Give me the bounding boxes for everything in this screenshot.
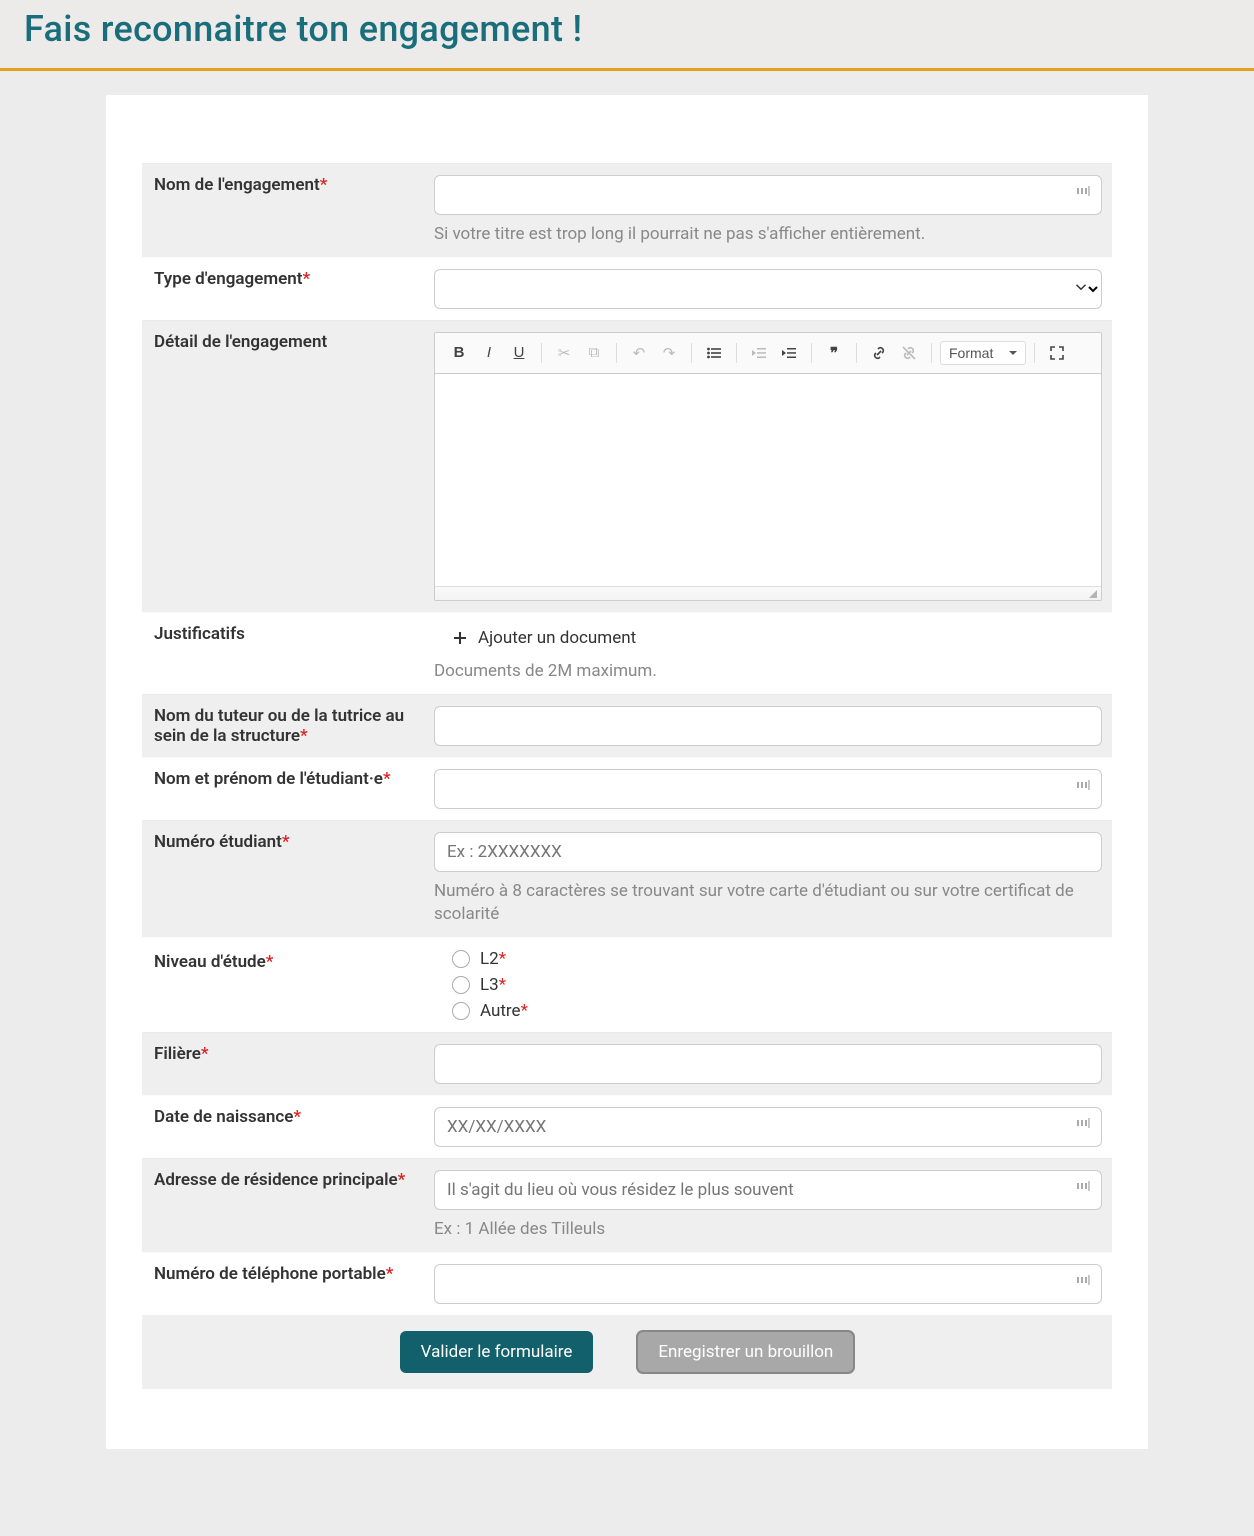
filiere-input[interactable]: [434, 1044, 1102, 1084]
address-input[interactable]: [434, 1170, 1102, 1210]
label-filiere: Filière*: [142, 1033, 432, 1095]
rte-toolbar: B I U ✂ ⧉ ↶ ↷: [435, 333, 1101, 374]
dob-input[interactable]: [434, 1107, 1102, 1147]
submit-button[interactable]: Valider le formulaire: [400, 1331, 594, 1373]
blockquote-button[interactable]: ❞: [820, 339, 848, 367]
helper-engagement-name: Si votre titre est trop long il pourrait…: [434, 223, 1102, 246]
bold-button[interactable]: B: [445, 339, 473, 367]
radio-icon: [452, 1002, 470, 1020]
outdent-button[interactable]: [745, 339, 773, 367]
indent-button[interactable]: [775, 339, 803, 367]
rte-resize-handle[interactable]: [435, 586, 1101, 600]
form-card: Nom de l'engagement* Si votre titre est …: [106, 95, 1148, 1449]
cut-button[interactable]: ✂: [550, 339, 578, 367]
label-engagement-name: Nom de l'engagement*: [142, 164, 432, 257]
row-student-number: Numéro étudiant* Numéro à 8 caractères s…: [142, 820, 1112, 937]
row-mobile: Numéro de téléphone portable*: [142, 1252, 1112, 1315]
rich-text-editor: B I U ✂ ⧉ ↶ ↷: [434, 332, 1102, 601]
engagement-type-select[interactable]: [434, 269, 1102, 309]
redo-button[interactable]: ↷: [655, 339, 683, 367]
label-address: Adresse de résidence principale*: [142, 1159, 432, 1252]
required-mark: *: [320, 175, 328, 195]
row-filiere: Filière*: [142, 1032, 1112, 1095]
label-dob: Date de naissance*: [142, 1096, 432, 1158]
radio-icon: [452, 976, 470, 994]
rte-body[interactable]: [435, 374, 1101, 586]
radio-l2[interactable]: L2*: [452, 949, 1102, 969]
link-button[interactable]: [865, 339, 893, 367]
label-student-number: Numéro étudiant*: [142, 821, 432, 937]
row-address: Adresse de résidence principale* Ex : 1 …: [142, 1158, 1112, 1252]
study-level-radio-group: L2* L3* Autre*: [434, 949, 1102, 1021]
add-document-button[interactable]: Ajouter un document: [434, 624, 636, 652]
row-dob: Date de naissance*: [142, 1095, 1112, 1158]
student-name-input[interactable]: [434, 769, 1102, 809]
copy-button[interactable]: ⧉: [580, 339, 608, 367]
italic-button[interactable]: I: [475, 339, 503, 367]
row-justificatifs: Justificatifs Ajouter un document Docume…: [142, 612, 1112, 694]
student-number-input[interactable]: [434, 832, 1102, 872]
mobile-input[interactable]: [434, 1264, 1102, 1304]
label-detail: Détail de l'engagement: [142, 321, 432, 612]
page-header: Fais reconnaitre ton engagement !: [0, 0, 1254, 71]
row-student-name: Nom et prénom de l'étudiant·e*: [142, 757, 1112, 820]
label-engagement-type: Type d'engagement*: [142, 258, 432, 320]
radio-autre[interactable]: Autre*: [452, 1001, 1102, 1021]
page-title: Fais reconnaitre ton engagement !: [24, 8, 1230, 50]
bullet-list-button[interactable]: [700, 339, 728, 367]
row-study-level: Niveau d'étude* L2* L3* Autre*: [142, 937, 1112, 1032]
helper-student-number: Numéro à 8 caractères se trouvant sur vo…: [434, 880, 1102, 926]
button-row: Valider le formulaire Enregistrer un bro…: [142, 1315, 1112, 1389]
underline-button[interactable]: U: [505, 339, 533, 367]
label-study-level: Niveau d'étude*: [142, 938, 432, 1032]
helper-justificatifs: Documents de 2M maximum.: [434, 660, 1102, 683]
label-justificatifs: Justificatifs: [142, 613, 432, 694]
save-draft-button[interactable]: Enregistrer un brouillon: [637, 1331, 854, 1373]
format-dropdown[interactable]: Format: [940, 341, 1026, 365]
maximize-button[interactable]: [1043, 339, 1071, 367]
row-engagement-type: Type d'engagement*: [142, 257, 1112, 320]
undo-button[interactable]: ↶: [625, 339, 653, 367]
helper-address: Ex : 1 Allée des Tilleuls: [434, 1218, 1102, 1241]
label-tutor: Nom du tuteur ou de la tutrice au sein d…: [142, 695, 432, 757]
radio-icon: [452, 950, 470, 968]
radio-l3[interactable]: L3*: [452, 975, 1102, 995]
label-mobile: Numéro de téléphone portable*: [142, 1253, 432, 1315]
row-tutor: Nom du tuteur ou de la tutrice au sein d…: [142, 694, 1112, 757]
tutor-name-input[interactable]: [434, 706, 1102, 746]
label-student-name: Nom et prénom de l'étudiant·e*: [142, 758, 432, 820]
unlink-button[interactable]: [895, 339, 923, 367]
row-detail: Détail de l'engagement B I U ✂ ⧉ ↶ ↷: [142, 320, 1112, 612]
row-engagement-name: Nom de l'engagement* Si votre titre est …: [142, 163, 1112, 257]
engagement-name-input[interactable]: [434, 175, 1102, 215]
